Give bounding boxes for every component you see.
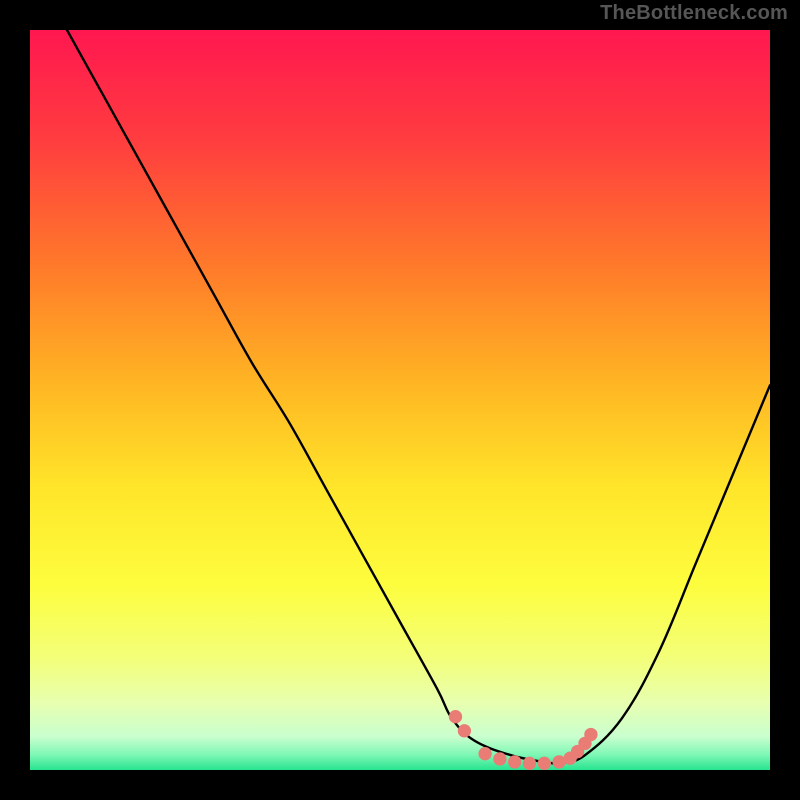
curve-marker [584,728,597,741]
plot-svg [30,30,770,770]
curve-marker [449,710,462,723]
curve-marker [458,724,471,737]
curve-marker [493,752,506,765]
curve-marker [478,747,491,760]
curve-marker [538,757,551,770]
watermark-text: TheBottleneck.com [600,2,788,25]
curve-marker [508,755,521,768]
gradient-background [30,30,770,770]
chart-frame: TheBottleneck.com [0,0,800,800]
plot-area [30,30,770,770]
curve-marker [523,757,536,770]
